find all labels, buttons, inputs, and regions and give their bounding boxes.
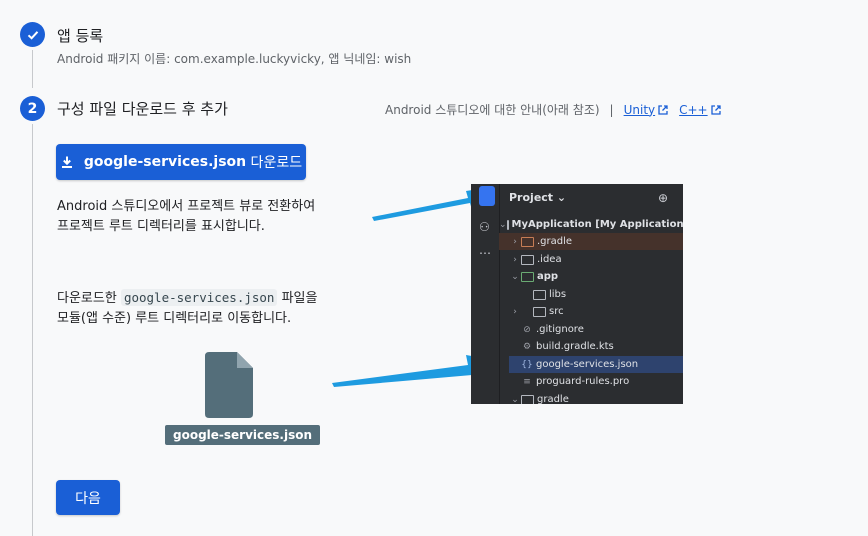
folder-icon [521, 254, 534, 265]
tree-row: ⚙ build.gradle.kts [522, 341, 614, 352]
json-file-icon [205, 352, 253, 418]
download-filename: google-services.json [83, 154, 247, 170]
project-tool-icon [479, 186, 495, 206]
more-icon: ⋯ [479, 246, 491, 260]
cpp-link[interactable]: C++ [679, 103, 722, 117]
folder-icon [521, 271, 534, 282]
open-in-new-icon [710, 104, 721, 115]
step-2-title: 구성 파일 다운로드 후 추가 [57, 100, 228, 118]
download-config-button[interactable]: google-services.json 다운로드 [56, 144, 306, 180]
step-2-indicator: 2 [20, 96, 45, 121]
tree-row: ≡ proguard-rules.pro [523, 376, 630, 387]
step-1-complete-indicator [20, 22, 45, 47]
tree-row: ⌄ gradle [511, 394, 569, 404]
tree-row: ⌄ MyApplication [My Application] [499, 219, 683, 230]
folder-icon [533, 306, 546, 317]
filename-code: google-services.json [120, 289, 278, 306]
ide-tool-rail: ⚇ ⋯ [471, 184, 500, 404]
step-1-title: 앱 등록 [57, 27, 104, 45]
help-text: Android 스튜디오에 대한 안내(아래 참조) [385, 103, 600, 117]
tree-row: › src [513, 306, 564, 317]
download-suffix: 다운로드 [246, 155, 303, 171]
locate-icon: ⊕ [658, 191, 669, 205]
folder-icon [533, 289, 546, 300]
instruction-1: Android 스튜디오에서 프로젝트 뷰로 전환하여 프로젝트 루트 디렉터리… [57, 199, 316, 234]
check-icon [27, 30, 38, 40]
file-label: google-services.json [165, 425, 321, 445]
download-icon [61, 156, 72, 168]
next-button[interactable]: 다음 [56, 480, 120, 515]
folder-icon [521, 236, 534, 247]
tree-row: ⊘ .gitignore [523, 324, 584, 335]
ide-project-header: Project ⌄ [509, 191, 567, 204]
open-in-new-icon [658, 104, 668, 115]
ide-project-view: ⚇ ⋯ Project ⌄ ⊕ ⌄ MyApplication [My Appl… [471, 184, 683, 404]
step-connector [32, 124, 33, 536]
unity-link[interactable]: Unity [624, 103, 670, 117]
instruction-2: 다운로드한 google-services.json 파일을 모듈(앱 수준) … [57, 289, 318, 326]
folder-icon [506, 219, 509, 230]
folder-icon [521, 394, 534, 404]
step-1-subtitle: Android 패키지 이름: com.example.luckyvicky, … [57, 52, 412, 66]
tree-row: › .idea [513, 254, 562, 265]
tree-row-selected: {} google-services.json [509, 356, 683, 373]
tree-row: › .gradle [499, 233, 683, 250]
platform-help: Android 스튜디오에 대한 안내(아래 참조) | Unity C++ [385, 101, 722, 118]
step-connector [32, 50, 33, 88]
tree-row: libs [499, 286, 683, 303]
tree-row: ⌄ app [511, 271, 559, 282]
structure-icon: ⚇ [479, 220, 490, 234]
separator: | [609, 102, 614, 117]
